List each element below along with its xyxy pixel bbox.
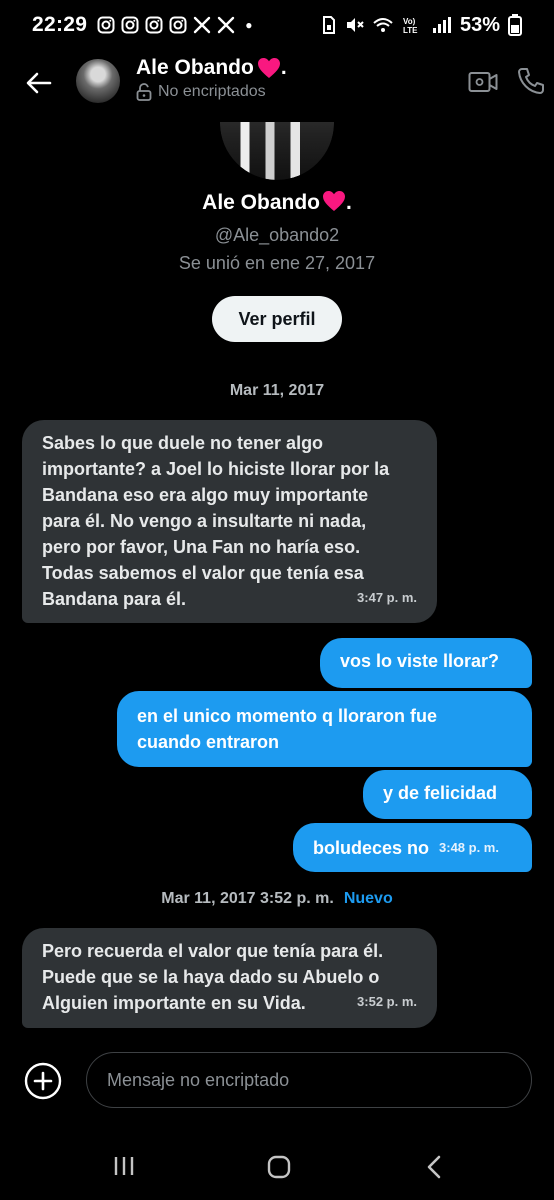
avatar[interactable] <box>76 59 120 103</box>
video-call-icon[interactable] <box>468 69 498 95</box>
more-notifications-dot: ● <box>245 18 253 32</box>
profile-avatar[interactable] <box>220 122 334 180</box>
status-time: 22:29 <box>32 13 88 36</box>
contact-name: Ale Obando . <box>136 56 287 80</box>
conversation-header: Ale Obando . No encriptados <box>0 52 554 112</box>
message-input[interactable] <box>86 1052 532 1108</box>
back-arrow-icon[interactable] <box>24 68 54 98</box>
message-text: y de felicidad <box>383 783 498 803</box>
message-received[interactable]: Pero recuerda el valor que tenía para él… <box>22 928 437 1028</box>
status-right: Vo) LTE 53% <box>322 14 522 37</box>
message-sent[interactable]: boludeces no 3:48 p. m. <box>293 823 532 872</box>
status-left: 22:29 ● <box>32 13 252 37</box>
date-separator-text: Mar 11, 2017 3:52 p. m. <box>161 890 334 907</box>
message-text: Pero recuerda el valor que tenía para él… <box>42 941 384 1013</box>
signal-icon <box>432 17 451 33</box>
phone-call-icon[interactable] <box>516 66 546 96</box>
profile-handle: @Ale_obando2 <box>214 225 340 245</box>
profile-joined-date: Se unió en ene 27, 2017 <box>178 253 376 273</box>
x-icon <box>194 16 211 34</box>
message-time: 3:47 p. m. <box>357 590 417 605</box>
system-navigation-bar <box>0 1140 554 1200</box>
recent-apps-icon[interactable] <box>112 1154 136 1178</box>
heart-icon <box>257 58 280 78</box>
new-messages-label: Nuevo <box>343 890 393 907</box>
instagram-icon <box>145 16 163 34</box>
profile-name-suffix: . <box>346 191 352 214</box>
message-time: 3:52 p. m. <box>357 994 417 1009</box>
add-media-icon[interactable] <box>24 1062 62 1100</box>
svg-text:Vo): Vo) <box>403 17 416 26</box>
message-composer <box>0 1052 554 1108</box>
status-bar: 22:29 ● Vo) LTE 53% <box>0 0 554 50</box>
message-sent[interactable]: y de felicidad <box>363 770 532 819</box>
sim-icon <box>322 16 335 34</box>
svg-text:LTE: LTE <box>403 26 418 34</box>
instagram-icon <box>169 16 187 34</box>
encryption-status: No encriptados <box>136 83 287 101</box>
home-icon[interactable] <box>266 1154 292 1180</box>
x-icon <box>218 16 235 34</box>
unlocked-icon <box>136 83 152 101</box>
encryption-status-text: No encriptados <box>158 83 266 100</box>
mute-icon <box>346 18 364 32</box>
profile-name: Ale Obando. <box>0 190 554 215</box>
wifi-icon <box>373 18 393 32</box>
message-text: boludeces no <box>313 837 430 858</box>
date-separator: Mar 11, 2017 <box>229 382 325 399</box>
message-text: vos lo viste llorar? <box>340 651 500 671</box>
battery-icon <box>508 14 522 36</box>
back-nav-icon[interactable] <box>424 1154 444 1180</box>
message-sent[interactable]: vos lo viste llorar? <box>320 638 532 688</box>
message-received[interactable]: Sabes lo que duele no tener algo importa… <box>22 420 437 623</box>
message-time: 3:48 p. m. <box>439 839 499 855</box>
profile-name-text: Ale Obando <box>202 191 320 214</box>
header-title-block[interactable]: Ale Obando . No encriptados <box>136 56 287 101</box>
contact-name-suffix: . <box>280 56 287 79</box>
contact-name-text: Ale Obando <box>136 56 254 79</box>
message-text: Sabes lo que duele no tener algo importa… <box>42 433 390 609</box>
message-sent[interactable]: en el unico momento q lloraron fue cuand… <box>117 691 532 767</box>
battery-percent: 53% <box>459 13 500 36</box>
instagram-icon <box>97 16 115 34</box>
view-profile-button[interactable]: Ver perfil <box>212 296 342 342</box>
message-text: en el unico momento q lloraron fue cuand… <box>137 706 438 752</box>
volte-icon: Vo)LTE <box>403 17 418 34</box>
heart-icon <box>323 191 345 211</box>
date-separator: Mar 11, 2017 3:52 p. m. Nuevo <box>0 890 554 908</box>
instagram-icon <box>121 16 139 34</box>
